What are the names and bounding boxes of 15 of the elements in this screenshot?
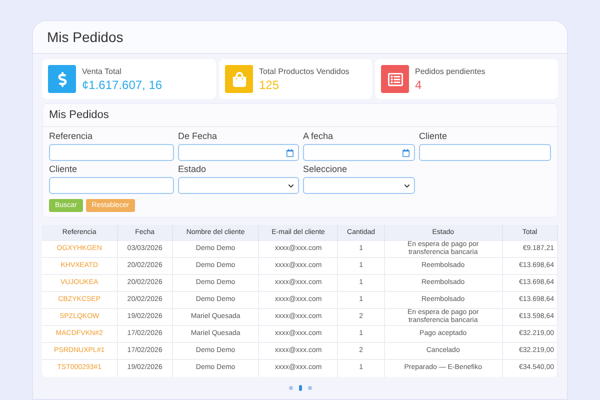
panel-title: Mis Pedidos [43, 104, 557, 127]
stat-label: Venta Total [82, 66, 122, 76]
field-label: Cliente [419, 131, 448, 141]
stat-label: Pedidos pendientes [415, 66, 486, 76]
stat-value: 125 [259, 78, 280, 92]
field-label: De Fecha [178, 131, 218, 141]
field-label: Seleccione [303, 164, 348, 174]
page-title: Mis Pedidos [33, 21, 567, 54]
field-label: Cliente [49, 164, 78, 174]
stat-value: 4 [415, 78, 423, 92]
field-label: Estado [178, 164, 208, 174]
stat-value: ¢1.617.607, 16 [82, 78, 162, 92]
stat-label: Total Productos Vendidos [259, 66, 350, 76]
field-label: Referencia [49, 131, 94, 141]
field-label: A fecha [303, 131, 334, 141]
